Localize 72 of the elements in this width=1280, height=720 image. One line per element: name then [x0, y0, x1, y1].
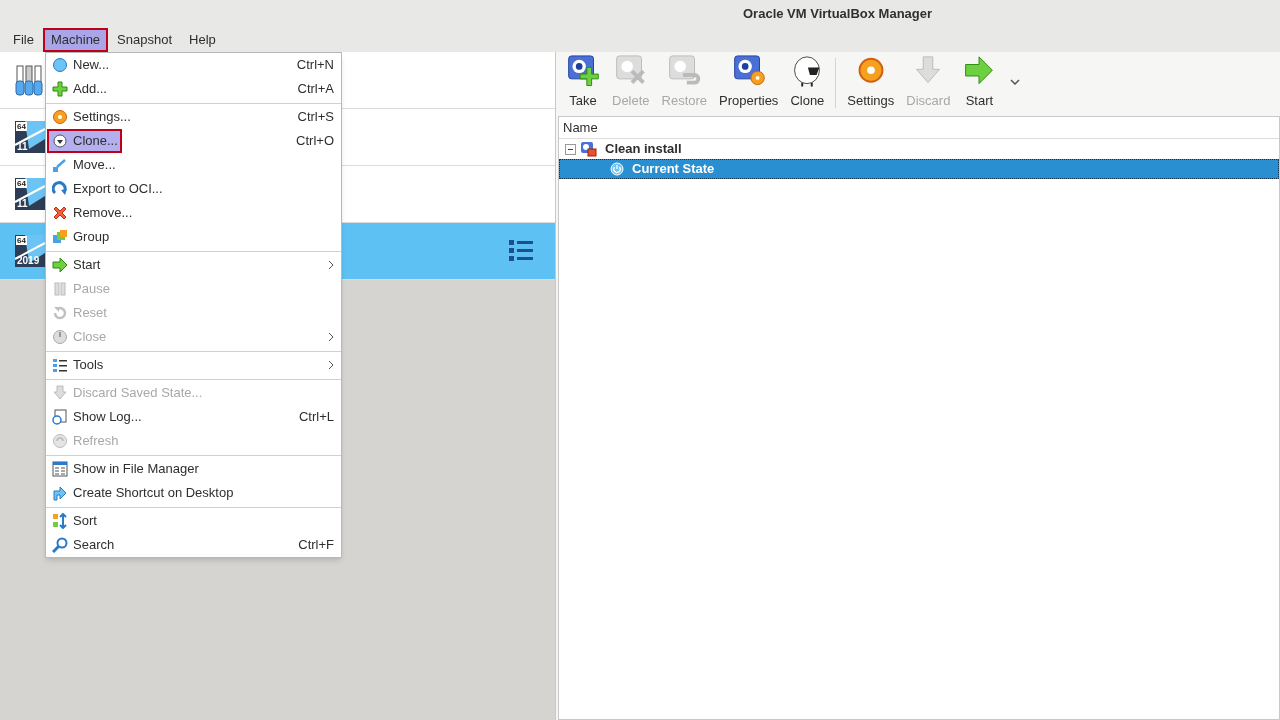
menu-item[interactable]: Export to OCI...: [46, 177, 341, 201]
menu-item[interactable]: Move...: [46, 153, 341, 177]
plus-icon: [52, 81, 68, 97]
menu-bar-item[interactable]: Machine: [42, 28, 109, 52]
menu-item-label: Create Shortcut on Desktop: [51, 481, 235, 505]
sphere-icon: [52, 57, 68, 73]
gear-icon: [52, 109, 68, 125]
toolbar-button[interactable]: Properties: [713, 54, 785, 110]
menu-item[interactable]: Add... Ctrl+A: [46, 77, 341, 101]
menu-item-label: Group: [51, 225, 111, 249]
menu-item[interactable]: Settings... Ctrl+S: [46, 105, 341, 129]
menu-item[interactable]: Remove...: [46, 201, 341, 225]
menu-item-label: Discard Saved State...: [51, 381, 204, 405]
file-manager-icon: [52, 461, 68, 477]
power-icon: [52, 329, 68, 345]
search-icon: [52, 537, 68, 553]
power-icon: [610, 162, 624, 176]
menu-item[interactable]: Tools: [46, 353, 341, 377]
refresh-icon: [52, 433, 68, 449]
menu-item-label: Show Log...: [51, 405, 143, 429]
tree-row[interactable]: Current State: [559, 159, 1279, 179]
menu-item-label: New...: [51, 53, 111, 77]
list-details-icon[interactable]: [509, 240, 533, 262]
collapse-icon[interactable]: [565, 143, 576, 155]
list-icon: [52, 357, 68, 373]
tree-row[interactable]: Clean install: [559, 139, 1279, 159]
menu-item-label: Close: [51, 325, 108, 349]
menu-item[interactable]: Clone... Ctrl+O: [46, 129, 341, 153]
menu-item-label: Refresh: [51, 429, 120, 453]
menu-item-label: Pause: [51, 277, 111, 301]
menu-item-label: Move...: [51, 153, 117, 177]
os-icon: 64 2019: [15, 235, 45, 267]
menu-item-label: Sort: [51, 509, 98, 533]
toolbar-button[interactable]: Settings: [841, 54, 901, 110]
menu-item[interactable]: Show in File Manager: [46, 457, 341, 481]
menu-item-label: Show in File Manager: [51, 457, 200, 481]
cross-icon: [52, 205, 68, 221]
window-title: Oracle VM VirtualBox Manager: [743, 5, 933, 24]
chevron-down-icon[interactable]: [1010, 79, 1021, 85]
menu-item-label: Remove...: [51, 201, 134, 225]
menu-item-label: Clone...: [47, 129, 122, 153]
toolbar-button[interactable]: Clone: [784, 54, 831, 110]
menu-item[interactable]: Group: [46, 225, 341, 249]
tools-icon: [15, 64, 45, 96]
down-arrow-icon: [52, 385, 68, 401]
menu-bar-item[interactable]: File: [5, 28, 42, 52]
menu-item[interactable]: Show Log... Ctrl+L: [46, 405, 341, 429]
menu-item-label: Tools: [51, 353, 105, 377]
log-icon: [52, 409, 68, 425]
menu-item[interactable]: Sort: [46, 509, 341, 533]
squares-icon: [52, 229, 68, 245]
pause-icon: [52, 281, 68, 297]
toolbar-button[interactable]: Start: [956, 54, 1003, 110]
column-header[interactable]: Name: [559, 117, 598, 138]
shortcut-icon: [52, 485, 68, 501]
menu-bar-item[interactable]: Snapshot: [109, 28, 181, 52]
snapshot-icon: [580, 141, 597, 157]
menu-item[interactable]: Start: [46, 253, 341, 277]
menu-item-label: Add...: [51, 77, 108, 101]
sort-icon: [52, 513, 68, 529]
menu-item[interactable]: Search Ctrl+F: [46, 533, 341, 557]
menu-bar-item[interactable]: Help: [181, 28, 224, 52]
circular-arrow-icon: [52, 181, 68, 197]
reset-icon: [52, 305, 68, 321]
menu-item-label: Settings...: [51, 105, 132, 129]
toolbar-button[interactable]: Take: [560, 54, 606, 110]
menu-item[interactable]: New... Ctrl+N: [46, 53, 341, 77]
menu-item-label: Start: [51, 253, 102, 277]
menu-item[interactable]: Create Shortcut on Desktop: [46, 481, 341, 505]
menu-item-label: Reset: [51, 301, 108, 325]
menu-item-label: Export to OCI...: [51, 177, 164, 201]
menu-item-label: Search: [51, 533, 116, 557]
